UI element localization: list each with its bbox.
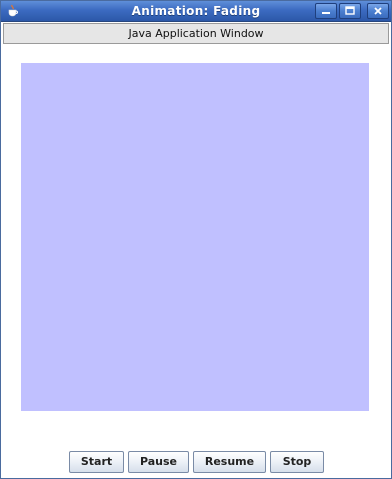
- maximize-button[interactable]: [339, 3, 361, 19]
- close-button[interactable]: [367, 3, 389, 19]
- minimize-icon: [322, 12, 330, 14]
- fading-square: [21, 63, 369, 411]
- pause-button[interactable]: Pause: [128, 451, 189, 473]
- start-button[interactable]: Start: [69, 451, 124, 473]
- title-bar[interactable]: Animation: Fading: [1, 1, 391, 22]
- resume-button[interactable]: Resume: [193, 451, 266, 473]
- minimize-button[interactable]: [315, 3, 337, 19]
- maximize-icon: [345, 6, 355, 15]
- window-header-label: Java Application Window: [3, 23, 389, 44]
- stop-button[interactable]: Stop: [270, 451, 324, 473]
- close-icon: [374, 7, 382, 15]
- control-button-row: Start Pause Resume Stop: [1, 451, 391, 473]
- animation-canvas: [3, 45, 389, 440]
- application-window: Animation: Fading Java Application Windo…: [0, 0, 392, 479]
